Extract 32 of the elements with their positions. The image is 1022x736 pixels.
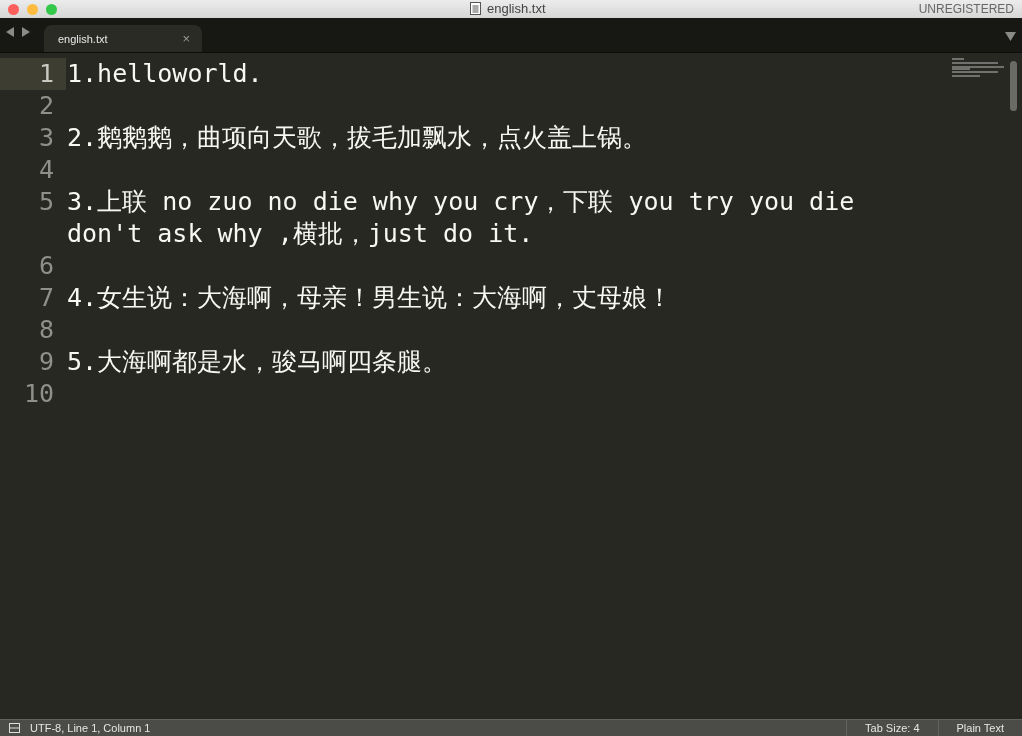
tab-label: english.txt [58, 32, 108, 45]
text-line: 2.鹅鹅鹅，曲项向天歌，拔毛加飘水，点火盖上锅。 [66, 122, 649, 154]
text-line: 5.大海啊都是水，骏马啊四条腿。 [66, 346, 449, 378]
line-number: 5 [37, 186, 55, 218]
line-number: 3 [37, 122, 55, 154]
panel-toggle-icon[interactable] [9, 723, 20, 733]
zoom-window-button[interactable] [46, 3, 57, 15]
line-number: 10 [22, 378, 55, 410]
close-tab-button[interactable]: × [182, 31, 190, 46]
window-title: english.txt [487, 1, 546, 16]
scrollbar-thumb[interactable] [1010, 61, 1017, 111]
tab-list-dropdown-icon[interactable] [1005, 32, 1016, 41]
line-number: 7 [37, 282, 55, 314]
syntax-selector[interactable]: Plain Text [937, 720, 1022, 736]
license-status: UNREGISTERED [918, 2, 1015, 16]
text-line: 1.helloworld. [66, 58, 264, 90]
minimize-window-button[interactable] [27, 3, 38, 15]
line-number: 8 [37, 314, 55, 346]
tab-size-selector[interactable]: Tab Size: 4 [846, 720, 938, 736]
line-number: 2 [37, 90, 55, 122]
text-line: 3.上联 no zuo no die why you cry，下联 you try you die don't ask why ,横批，just do it. [66, 186, 856, 250]
line-number: 6 [37, 250, 55, 282]
close-window-button[interactable] [8, 3, 19, 15]
line-number: 4 [37, 154, 55, 186]
line-number: 9 [37, 346, 55, 378]
document-icon [470, 2, 481, 15]
cursor-position-status: UTF-8, Line 1, Column 1 [30, 722, 152, 734]
text-line: 4.女生说：大海啊，母亲！男生说：大海啊，丈母娘！ [66, 282, 674, 314]
forward-arrow-icon[interactable] [21, 27, 30, 37]
file-tab[interactable]: english.txt × [44, 25, 202, 52]
back-arrow-icon[interactable] [6, 27, 15, 37]
line-number: 1 [0, 58, 66, 90]
